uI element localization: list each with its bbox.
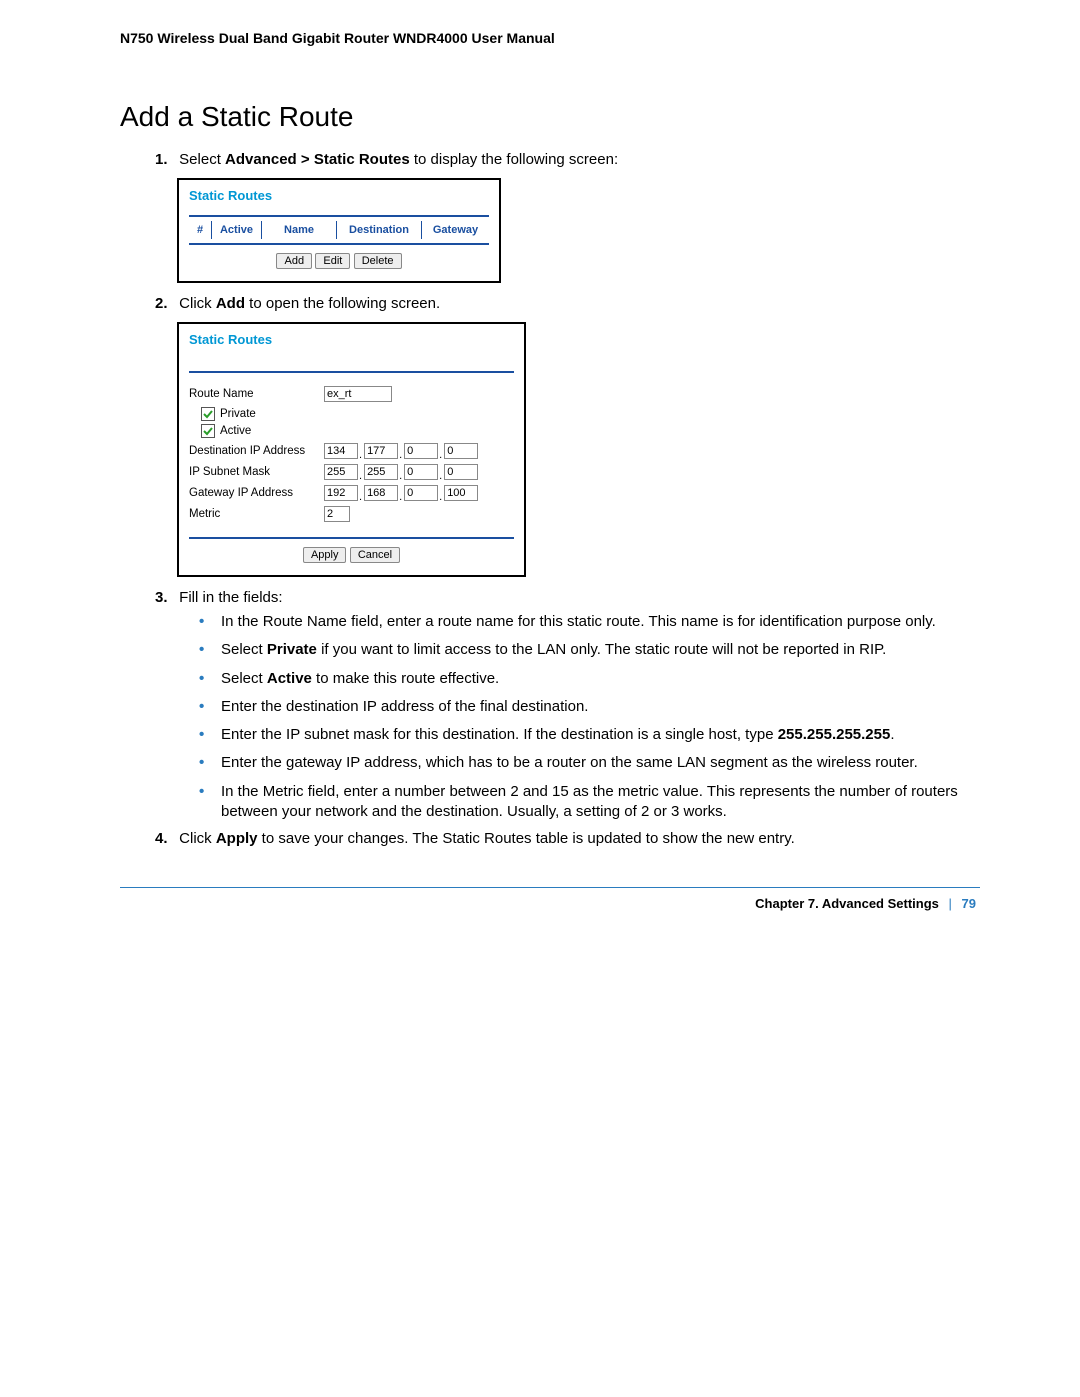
text: to make this route effective. xyxy=(312,670,499,687)
panel-title: Static Routes xyxy=(189,332,514,347)
step-num: 4. xyxy=(155,830,175,847)
private-checkbox-row[interactable]: Private xyxy=(201,407,514,421)
static-routes-list-panel: Static Routes # Active Name Destination … xyxy=(177,178,501,283)
bullet: In the Route Name field, enter a route n… xyxy=(193,612,980,632)
checkbox-checked-icon xyxy=(201,407,215,421)
step-text: to open the following screen. xyxy=(245,295,440,312)
col-destination: Destination xyxy=(337,221,422,239)
metric-row: Metric xyxy=(189,506,514,522)
edit-button[interactable]: Edit xyxy=(315,253,350,269)
bullet: Enter the IP subnet mask for this destin… xyxy=(193,725,980,745)
col-gateway: Gateway xyxy=(422,221,490,239)
step-text: Select xyxy=(179,151,225,168)
bold: 255.255.255.255 xyxy=(778,726,891,743)
active-label: Active xyxy=(220,425,251,437)
step-text: to save your changes. The Static Routes … xyxy=(258,830,795,847)
text: Select xyxy=(221,641,267,658)
apply-button[interactable]: Apply xyxy=(303,547,347,563)
route-name-label: Route Name xyxy=(189,388,324,400)
page-number: 79 xyxy=(962,896,976,911)
bold: Private xyxy=(267,641,317,658)
dest-ip-row: Destination IP Address . . . xyxy=(189,443,514,459)
bullet: Select Private if you want to limit acce… xyxy=(193,640,980,660)
step-num: 2. xyxy=(155,295,175,312)
step-3: 3. Fill in the fields: In the Route Name… xyxy=(155,589,980,822)
chapter-label: Chapter 7. Advanced Settings xyxy=(755,896,939,911)
panel-title: Static Routes xyxy=(189,188,489,203)
col-name: Name xyxy=(262,221,337,239)
step-bold: Apply xyxy=(216,830,258,847)
step-text: Click xyxy=(179,830,216,847)
static-routes-form-panel: Static Routes Route Name Private xyxy=(177,322,526,577)
mask-1[interactable] xyxy=(324,464,358,480)
page-footer: Chapter 7. Advanced Settings | 79 xyxy=(120,896,980,931)
metric-label: Metric xyxy=(189,508,324,520)
route-name-input[interactable] xyxy=(324,386,392,402)
gw-3[interactable] xyxy=(404,485,438,501)
mask-3[interactable] xyxy=(404,464,438,480)
step-bold: Advanced > Static Routes xyxy=(225,151,410,168)
text: Select xyxy=(221,670,267,687)
col-num: # xyxy=(189,221,212,239)
add-button[interactable]: Add xyxy=(276,253,312,269)
text: if you want to limit access to the LAN o… xyxy=(317,641,886,658)
bullet: In the Metric field, enter a number betw… xyxy=(193,782,980,823)
footer-rule xyxy=(120,887,980,888)
step-text: to display the following screen: xyxy=(410,151,618,168)
page-title: Add a Static Route xyxy=(120,101,980,133)
dest-ip-label: Destination IP Address xyxy=(189,445,324,457)
gw-2[interactable] xyxy=(364,485,398,501)
bullet: Enter the destination IP address of the … xyxy=(193,697,980,717)
mask-label: IP Subnet Mask xyxy=(189,466,324,478)
private-label: Private xyxy=(220,408,256,420)
col-active: Active xyxy=(212,221,262,239)
checkbox-checked-icon xyxy=(201,424,215,438)
gw-4[interactable] xyxy=(444,485,478,501)
mask-row: IP Subnet Mask . . . xyxy=(189,464,514,480)
dest-ip-1[interactable] xyxy=(324,443,358,459)
delete-button[interactable]: Delete xyxy=(354,253,402,269)
mask-4[interactable] xyxy=(444,464,478,480)
mask-2[interactable] xyxy=(364,464,398,480)
bullet: Enter the gateway IP address, which has … xyxy=(193,753,980,773)
step-text: Click xyxy=(179,295,216,312)
step-bold: Add xyxy=(216,295,245,312)
step-num: 3. xyxy=(155,589,175,606)
text: . xyxy=(890,726,894,743)
bullet: Select Active to make this route effecti… xyxy=(193,669,980,689)
active-checkbox-row[interactable]: Active xyxy=(201,424,514,438)
route-name-row: Route Name xyxy=(189,386,514,402)
footer-sep: | xyxy=(949,896,952,911)
step-4: 4. Click Apply to save your changes. The… xyxy=(155,830,980,847)
step-text: Fill in the fields: xyxy=(179,589,282,606)
dest-ip-3[interactable] xyxy=(404,443,438,459)
step-num: 1. xyxy=(155,151,175,168)
gateway-label: Gateway IP Address xyxy=(189,487,324,499)
text: Enter the IP subnet mask for this destin… xyxy=(221,726,778,743)
cancel-button[interactable]: Cancel xyxy=(350,547,400,563)
routes-table: # Active Name Destination Gateway xyxy=(189,221,489,239)
dest-ip-4[interactable] xyxy=(444,443,478,459)
gateway-row: Gateway IP Address . . . xyxy=(189,485,514,501)
gw-1[interactable] xyxy=(324,485,358,501)
doc-header: N750 Wireless Dual Band Gigabit Router W… xyxy=(120,30,980,46)
metric-input[interactable] xyxy=(324,506,350,522)
bold: Active xyxy=(267,670,312,687)
step-2: 2. Click Add to open the following scree… xyxy=(155,295,980,577)
dest-ip-2[interactable] xyxy=(364,443,398,459)
step-1: 1. Select Advanced > Static Routes to di… xyxy=(155,151,980,283)
